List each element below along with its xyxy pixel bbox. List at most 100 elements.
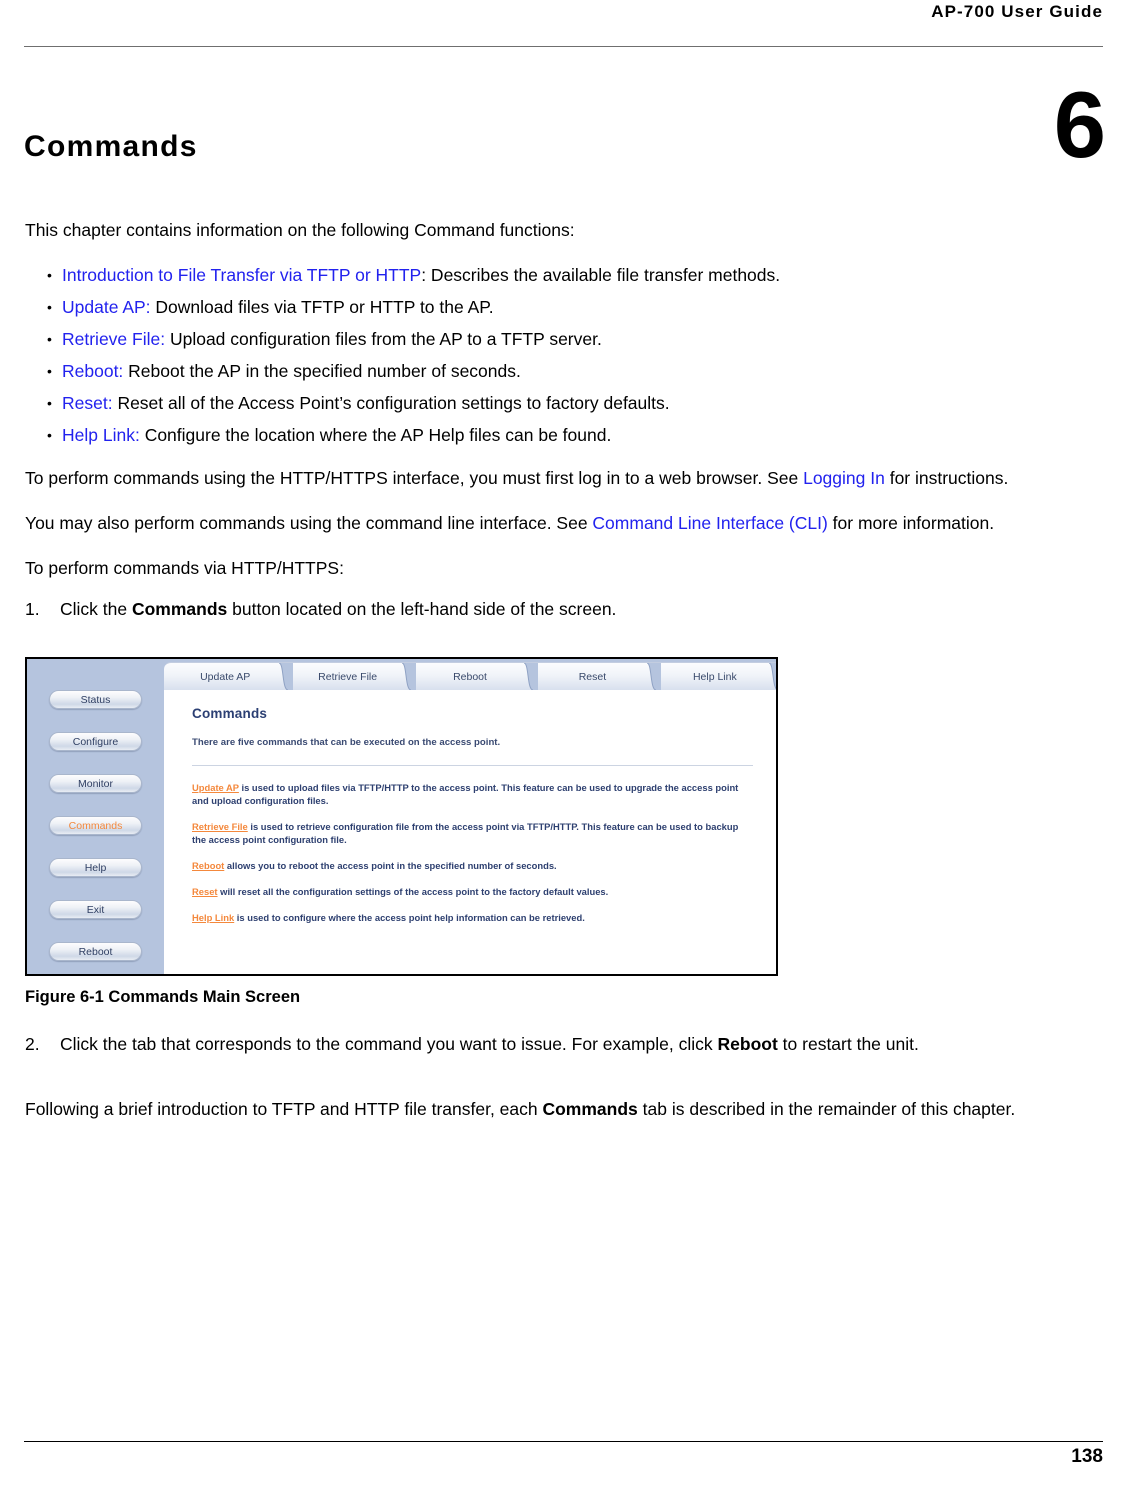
step-text: to restart the unit. xyxy=(777,1034,919,1054)
list-item: Reboot: Reboot the AP in the specified n… xyxy=(25,359,1103,384)
ui-divider xyxy=(192,765,753,766)
step-number: 2. xyxy=(25,1034,40,1054)
ui-description-text: is used to upload files via TFTP/HTTP to… xyxy=(192,782,739,806)
paragraph-text: for more information. xyxy=(827,513,995,533)
list-item: Introduction to File Transfer via TFTP o… xyxy=(25,263,1103,288)
page-title: Commands xyxy=(24,130,198,163)
chapter-title-block: Commands 6 xyxy=(24,78,1106,178)
sidebar-item-status[interactable]: Status xyxy=(49,690,142,709)
ui-link-reset[interactable]: Reset xyxy=(192,886,218,897)
link-introduction-file-transfer[interactable]: Introduction to File Transfer via TFTP o… xyxy=(62,265,421,285)
list-item-text: Reset all of the Access Point’s configur… xyxy=(112,393,670,413)
list-item: Reset: Reset all of the Access Point’s c… xyxy=(25,391,1103,416)
link-logging-in[interactable]: Logging In xyxy=(803,468,885,488)
ui-description-reset: Reset will reset all the configuration s… xyxy=(192,885,748,898)
ap-web-interface: Status Configure Monitor Commands Help E… xyxy=(27,659,776,974)
paragraph-http-interface: To perform commands using the HTTP/HTTPS… xyxy=(25,466,1103,491)
ui-subtitle: There are five commands that can be exec… xyxy=(192,737,501,748)
link-retrieve-file[interactable]: Retrieve File: xyxy=(62,329,165,349)
ui-description-text: is used to retrieve configuration file f… xyxy=(192,821,739,845)
link-update-ap[interactable]: Update AP: xyxy=(62,297,151,317)
command-functions-list: Introduction to File Transfer via TFTP o… xyxy=(25,263,1103,448)
paragraph-text: tab is described in the remainder of thi… xyxy=(637,1099,1016,1119)
tab-retrieve-file[interactable]: Retrieve File xyxy=(286,662,416,690)
sidebar-item-commands[interactable]: Commands xyxy=(49,816,142,835)
sidebar-item-monitor[interactable]: Monitor xyxy=(49,774,142,793)
link-help-link[interactable]: Help Link: xyxy=(62,425,140,445)
step-number: 1. xyxy=(25,599,40,619)
ui-sidebar: Status Configure Monitor Commands Help E… xyxy=(27,659,164,974)
ui-description-retrieve-file: Retrieve File is used to retrieve config… xyxy=(192,820,748,846)
step-text: button located on the left-hand side of … xyxy=(227,599,617,619)
list-item-text: : Describes the available file transfer … xyxy=(421,265,781,285)
paragraph-text: for instructions. xyxy=(884,468,1009,488)
chapter-number: 6 xyxy=(1053,72,1106,177)
tab-label: Reset xyxy=(578,670,607,683)
procedure-steps: 1. Click the Commands button located on t… xyxy=(25,597,1103,622)
step-item-1: 1. Click the Commands button located on t… xyxy=(25,597,1103,622)
list-item: Retrieve File: Upload configuration file… xyxy=(25,327,1103,352)
ui-description-update-ap: Update AP is used to upload files via TF… xyxy=(192,781,748,807)
guide-title: AP-700 User Guide xyxy=(931,2,1103,21)
tab-label: Help Link xyxy=(692,670,737,683)
paragraph-emphasis: Commands xyxy=(542,1099,638,1119)
paragraph-perform-via-http: To perform commands via HTTP/HTTPS: xyxy=(25,558,344,578)
list-item-text: Configure the location where the AP Help… xyxy=(139,425,612,445)
paragraph-text: You may also perform commands using the … xyxy=(25,513,593,533)
post-figure-body: 2. Click the tab that corresponds to the … xyxy=(25,1032,1103,1142)
paragraph-cli: You may also perform commands using the … xyxy=(25,511,1103,536)
list-item-text: Reboot the AP in the specified number of… xyxy=(123,361,521,381)
sidebar-item-label: Commands xyxy=(68,819,123,832)
page-header: AP-700 User Guide xyxy=(24,0,1103,48)
header-divider xyxy=(24,46,1103,47)
ui-tab-bar: Update AP Retrieve File Reboot Reset Hel… xyxy=(164,659,776,690)
sidebar-item-label: Help xyxy=(84,861,107,874)
ui-link-update-ap[interactable]: Update AP xyxy=(192,782,239,793)
sidebar-item-label: Exit xyxy=(86,903,105,916)
list-item: Help Link: Configure the location where … xyxy=(25,423,1103,448)
tab-separator-icon xyxy=(769,663,776,690)
list-item-text: Upload configuration files from the AP t… xyxy=(165,329,602,349)
ui-link-reboot[interactable]: Reboot xyxy=(192,860,224,871)
sidebar-item-configure[interactable]: Configure xyxy=(49,732,142,751)
sidebar-item-label: Configure xyxy=(72,735,119,748)
ui-description-text: is used to configure where the access po… xyxy=(234,912,585,923)
sidebar-item-exit[interactable]: Exit xyxy=(49,900,142,919)
tab-update-ap[interactable]: Update AP xyxy=(164,662,294,690)
tab-reboot[interactable]: Reboot xyxy=(408,662,539,690)
tab-label: Retrieve File xyxy=(318,670,378,683)
step-item-2: 2. Click the tab that corresponds to the … xyxy=(25,1032,1103,1057)
ui-page-title: Commands xyxy=(192,706,268,721)
sidebar-item-label: Monitor xyxy=(77,777,113,790)
step-emphasis: Commands xyxy=(131,599,228,619)
ui-link-retrieve-file[interactable]: Retrieve File xyxy=(192,821,248,832)
step-emphasis: Reboot xyxy=(717,1034,778,1054)
link-reset[interactable]: Reset: xyxy=(62,393,113,413)
tab-label: Update AP xyxy=(200,670,251,683)
ui-link-help-link[interactable]: Help Link xyxy=(192,912,234,923)
ui-description-help-link: Help Link is used to configure where the… xyxy=(192,911,748,924)
page-number: 138 xyxy=(1071,1446,1103,1467)
tab-help-link[interactable]: Help Link xyxy=(653,662,776,690)
chapter-body: This chapter contains information on the… xyxy=(25,218,1103,622)
step-text: Click the tab that corresponds to the co… xyxy=(60,1034,718,1054)
paragraph-text: To perform commands using the HTTP/HTTPS… xyxy=(25,468,804,488)
intro-lead: This chapter contains information on the… xyxy=(25,220,575,240)
figure-caption: Figure 6-1 Commands Main Screen xyxy=(25,988,301,1006)
tab-reset[interactable]: Reset xyxy=(531,662,661,690)
ui-main-panel: Update AP Retrieve File Reboot Reset Hel… xyxy=(164,659,776,974)
ui-description-text: will reset all the configuration setting… xyxy=(217,886,609,897)
link-reboot[interactable]: Reboot: xyxy=(62,361,123,381)
sidebar-item-reboot[interactable]: Reboot xyxy=(49,942,142,961)
link-command-line-interface[interactable]: Command Line Interface (CLI) xyxy=(592,513,827,533)
paragraph-text: Following a brief introduction to TFTP a… xyxy=(25,1099,543,1119)
list-item: Update AP: Download files via TFTP or HT… xyxy=(25,295,1103,320)
closing-paragraph: Following a brief introduction to TFTP a… xyxy=(25,1097,1103,1122)
sidebar-item-label: Status xyxy=(80,693,111,706)
ui-content-area: Commands There are five commands that ca… xyxy=(164,690,776,974)
page-footer: 138 xyxy=(24,1441,1103,1481)
step-text: Click the xyxy=(60,599,132,619)
sidebar-item-help[interactable]: Help xyxy=(49,858,142,877)
ui-description-reboot: Reboot allows you to reboot the access p… xyxy=(192,859,748,872)
tab-label: Reboot xyxy=(453,670,487,683)
